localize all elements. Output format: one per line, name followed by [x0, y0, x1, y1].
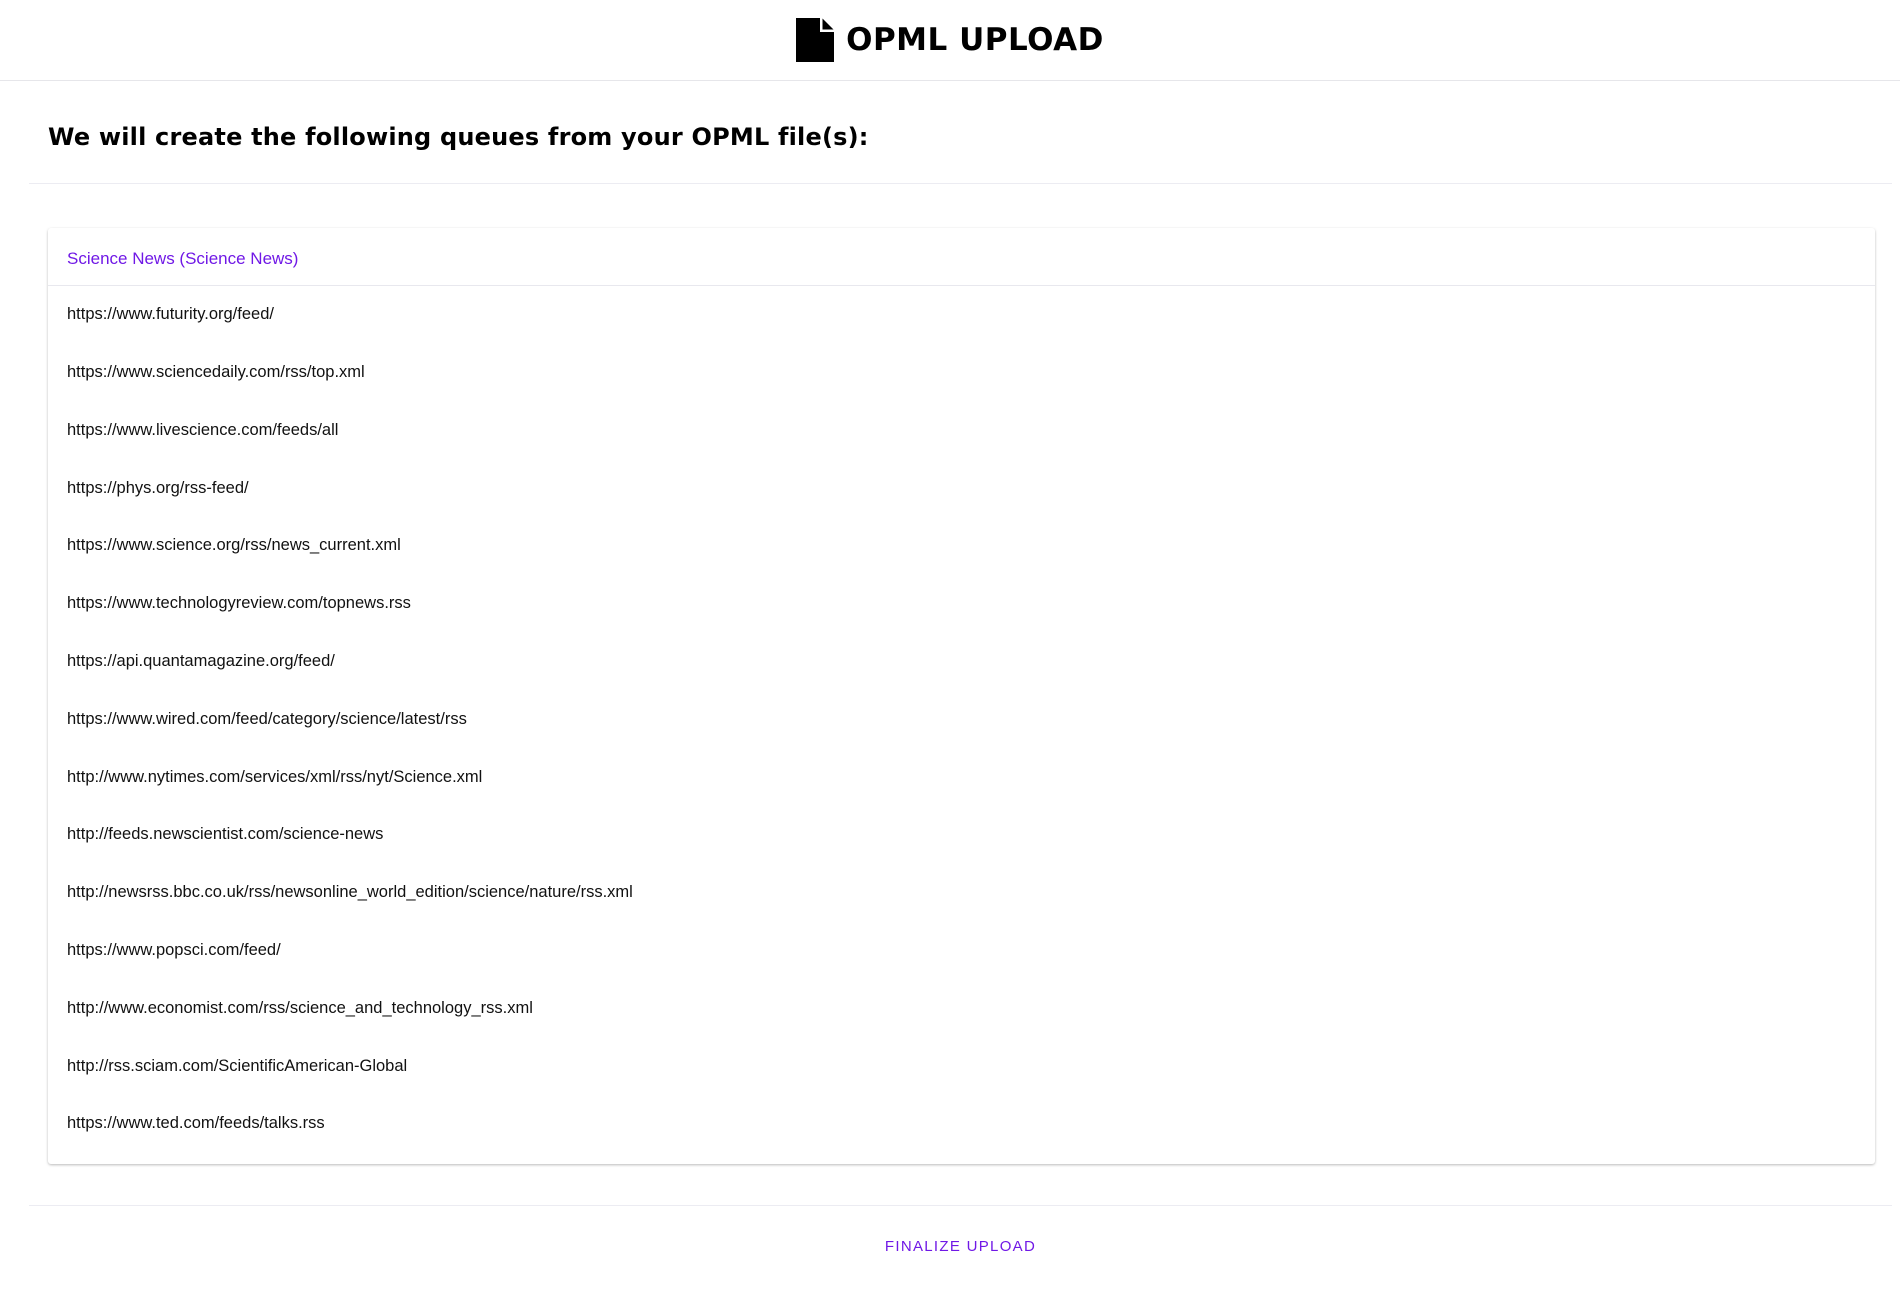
- page-title: OPML UPLOAD: [846, 22, 1104, 58]
- queue-title: Science News (Science News): [67, 248, 299, 268]
- queue-title-header[interactable]: Science News (Science News): [48, 228, 1875, 286]
- list-item: http://newsrss.bbc.co.uk/rss/newsonline_…: [67, 883, 633, 902]
- list-item: https://www.technologyreview.com/topnews…: [67, 594, 411, 613]
- list-item: http://www.nytimes.com/services/xml/rss/…: [67, 767, 483, 786]
- list-item: https://www.science.org/rss/news_current…: [67, 536, 401, 555]
- list-item: https://api.quantamagazine.org/feed/: [67, 651, 335, 670]
- list-item: https://www.wired.com/feed/category/scie…: [67, 709, 467, 728]
- list-item: https://www.sciencedaily.com/rss/top.xml: [67, 363, 365, 381]
- list-item: https://www.futurity.org/feed/: [67, 305, 274, 323]
- list-item: http://rss.sciam.com/ScientificAmerican-…: [67, 1056, 408, 1075]
- queues-heading: We will create the following queues from…: [48, 123, 869, 151]
- file-icon: [796, 18, 836, 62]
- subheader: We will create the following queues from…: [29, 81, 1892, 184]
- list-item: http://feeds.newscientist.com/science-ne…: [67, 825, 384, 844]
- list-item: https://www.popsci.com/feed/: [67, 940, 281, 959]
- feed-list: https://www.futurity.org/feed/ https://w…: [48, 286, 1875, 1153]
- finalize-upload-button[interactable]: FINALIZE UPLOAD: [877, 1234, 1044, 1259]
- page-header: OPML UPLOAD: [0, 0, 1900, 81]
- list-item: https://www.livescience.com/feeds/all: [67, 420, 339, 439]
- page-footer: FINALIZE UPLOAD: [29, 1205, 1892, 1291]
- list-item: https://www.ted.com/feeds/talks.rss: [67, 1114, 325, 1133]
- queue-card: Science News (Science News) https://www.…: [48, 228, 1875, 1164]
- list-item: http://www.economist.com/rss/science_and…: [67, 998, 533, 1017]
- list-item: https://phys.org/rss-feed/: [67, 478, 249, 497]
